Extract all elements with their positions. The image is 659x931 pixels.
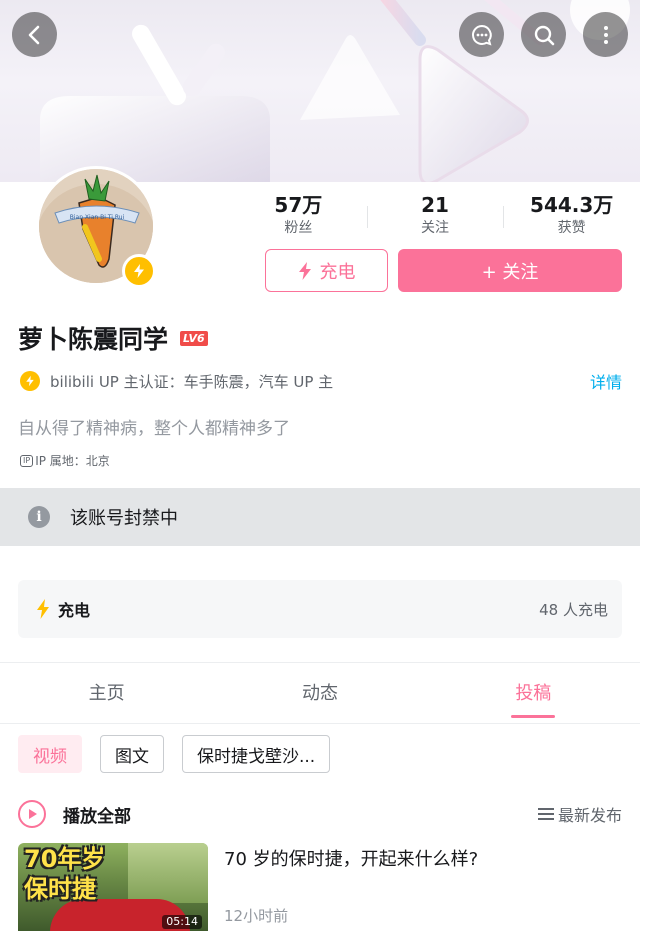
tab-dynamics[interactable]: 动态: [213, 670, 426, 722]
video-item[interactable]: 70年岁 保时捷 05:14 70 岁的保时捷，开起来什么样? 12小时前: [18, 843, 622, 931]
back-button[interactable]: [12, 12, 57, 57]
play-icon[interactable]: [18, 800, 46, 828]
video-duration: 05:14: [162, 915, 202, 929]
verified-badge: [122, 254, 156, 288]
info-icon: i: [28, 506, 50, 528]
charge-count: 48 人充电: [539, 600, 608, 619]
stat-value: 544.3万: [530, 193, 614, 217]
lightning-icon: [37, 599, 49, 619]
ip-location-text: IP 属地：北京: [35, 454, 110, 468]
stat-value: 21: [421, 193, 449, 217]
stat-value: 57万: [274, 193, 323, 217]
ip-icon: IP: [20, 454, 34, 467]
thumbnail-text-line1: 70年岁: [24, 845, 106, 873]
stat-label: 获赞: [557, 220, 586, 236]
sort-label: 最新发布: [557, 806, 622, 825]
stat-likes[interactable]: 544.3万 获赞: [503, 192, 640, 240]
profile-tabs: 主页 动态 投稿: [0, 670, 640, 722]
user-bio: 自从得了精神病，整个人都精神多了: [18, 419, 290, 439]
stat-following[interactable]: 21 关注: [366, 192, 504, 240]
divider: [0, 723, 640, 724]
tab-home[interactable]: 主页: [0, 670, 213, 722]
filter-articles[interactable]: 图文: [100, 735, 164, 773]
more-icon: [603, 25, 608, 44]
follow-button[interactable]: + 关注: [398, 249, 622, 292]
lightning-icon: [298, 261, 311, 280]
avatar-banner-text: Bian Xian Bi Ti Rui: [70, 214, 125, 221]
stat-label: 关注: [421, 220, 449, 236]
message-button[interactable]: [459, 12, 504, 57]
certification-text: bilibili UP 主认证：车手陈震，汽车 UP 主: [50, 372, 334, 391]
sort-button[interactable]: 最新发布: [537, 802, 622, 826]
thumbnail-text-line2: 保时捷: [24, 875, 96, 903]
search-icon: [534, 25, 554, 45]
lightning-icon: [134, 264, 144, 278]
content-filters: 视频 图文 保时捷戈壁沙...: [18, 735, 331, 773]
play-all-row: 播放全部 最新发布: [18, 798, 622, 830]
video-title[interactable]: 70 岁的保时捷，开起来什么样?: [224, 845, 478, 871]
charge-card-label: 充电: [58, 601, 91, 620]
filter-collection[interactable]: 保时捷戈壁沙...: [182, 735, 331, 773]
stat-label: 粉丝: [284, 220, 313, 236]
video-thumbnail[interactable]: 70年岁 保时捷 05:14: [18, 843, 208, 931]
charge-button-label: 充电: [319, 261, 356, 283]
video-upload-time: 12小时前: [224, 907, 289, 925]
play-all-button[interactable]: 播放全部: [63, 802, 538, 827]
banned-notice: i 该账号封禁中: [0, 488, 640, 546]
avatar-container[interactable]: Bian Xian Bi Ti Rui: [36, 166, 156, 288]
divider: [0, 662, 640, 663]
charge-button[interactable]: 充电: [265, 249, 388, 292]
verified-icon: [20, 371, 40, 391]
details-link[interactable]: 详情: [590, 369, 622, 393]
thumbnail-trees: [128, 843, 208, 903]
charge-card[interactable]: 充电 48 人充电: [18, 580, 622, 638]
more-button[interactable]: [583, 12, 628, 57]
filter-video[interactable]: 视频: [18, 735, 82, 773]
profile-banner: [0, 0, 640, 182]
ip-location-row: IP IP 属地：北京: [20, 452, 110, 469]
lightning-icon: [26, 375, 34, 387]
level-badge: LV6: [180, 330, 208, 346]
search-button[interactable]: [521, 12, 566, 57]
name-row: 萝卜陈震同学 LV6: [18, 320, 208, 356]
stat-fans[interactable]: 57万 粉丝: [230, 192, 367, 240]
tab-uploads[interactable]: 投稿: [427, 670, 640, 722]
profile-stats: 57万 粉丝 21 关注 544.3万 获赞: [230, 192, 640, 240]
banned-notice-text: 该账号封禁中: [70, 508, 178, 529]
sort-icon: [537, 807, 554, 821]
certification-row: bilibili UP 主认证：车手陈震，汽车 UP 主 详情: [20, 369, 622, 393]
message-icon: [471, 24, 492, 46]
back-arrow-icon: [28, 25, 39, 44]
play-triangle-icon: [29, 809, 37, 819]
user-name: 萝卜陈震同学: [18, 325, 169, 354]
follow-button-label: + 关注: [481, 261, 539, 283]
